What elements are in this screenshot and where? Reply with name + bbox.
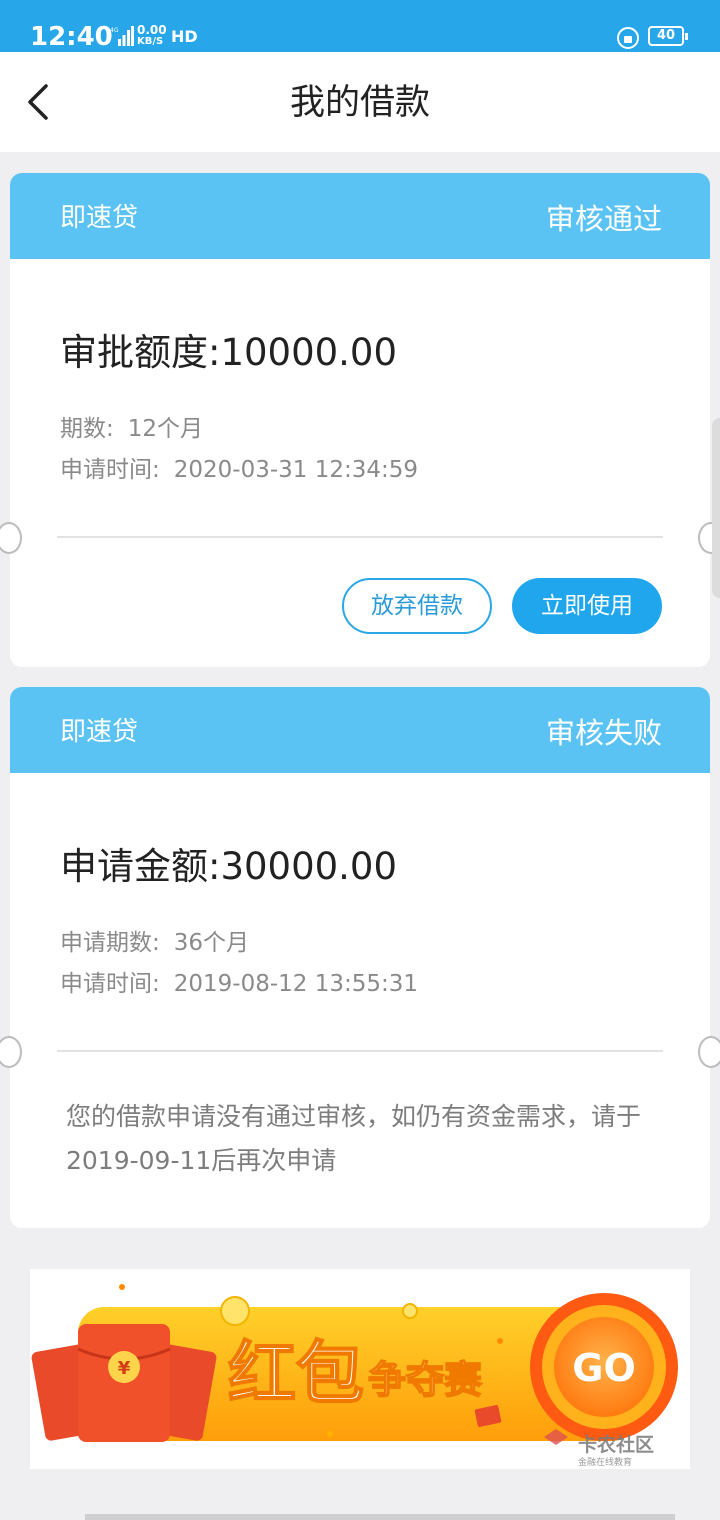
- banner-title-small: 争夺赛: [368, 1358, 483, 1402]
- banner-title-big: 红包: [228, 1335, 364, 1414]
- scallop-edge: [10, 771, 710, 779]
- divider: [57, 536, 663, 538]
- bottom-bar-hint: [85, 1514, 675, 1520]
- product-name: 即速贷: [60, 717, 139, 747]
- watermark-text: 卡农社区: [578, 1433, 654, 1456]
- loan-status: 审核失败: [545, 716, 662, 750]
- use-now-button[interactable]: 立即使用: [512, 578, 662, 634]
- battery-icon: 40: [648, 26, 688, 46]
- card-header: 即速贷 审核通过: [10, 173, 710, 265]
- network-speed-unit: KB/S: [137, 36, 164, 47]
- loan-card-failed: 即速贷 审核失败 申请金额:30000.00 申请期数: 36个月 申请时间: 20…: [0, 687, 720, 1228]
- divider: [57, 1050, 663, 1052]
- amount-label: 审批额度:: [60, 331, 221, 374]
- amount-value: 10000.00: [220, 331, 398, 374]
- card-header: 即速贷 审核失败: [10, 687, 710, 779]
- hd-indicator: HD: [171, 27, 198, 46]
- banner-art: ¥ 红包 争夺赛 GO 卡农社区 金融在线教育: [31, 1284, 678, 1468]
- apply-amount-line: 申请金额:30000.00: [60, 845, 397, 889]
- ticket-notch-left: [0, 522, 22, 554]
- status-bar: 12:40 4G 0.00 KB/S HD 40: [0, 0, 720, 52]
- scallop-edge: [10, 257, 710, 265]
- term-line: 期数: 12个月: [60, 414, 203, 444]
- amount-label: 申请金额:: [60, 845, 221, 888]
- nav-bar: 我的借款: [0, 52, 720, 152]
- signal-icon: 4G: [110, 26, 134, 46]
- term-label: 期数:: [60, 416, 114, 442]
- time-value: 2020-03-31 12:34:59: [173, 457, 419, 483]
- apply-time-line: 申请时间: 2020-03-31 12:34:59: [60, 455, 418, 485]
- term-value: 36个月: [173, 930, 250, 956]
- watermark-subtext: 金融在线教育: [578, 1456, 632, 1468]
- abandon-loan-button[interactable]: 放弃借款: [342, 578, 492, 634]
- rejection-notice: 您的借款申请没有通过审核，如仍有资金需求，请于2019-09-11后再次申请: [66, 1102, 642, 1175]
- approved-amount-line: 审批额度:10000.00: [60, 331, 397, 375]
- product-name: 即速贷: [60, 203, 139, 233]
- red-packet-banner[interactable]: ¥ 红包 争夺赛 GO 卡农社区 金融在线教育: [30, 1269, 690, 1469]
- amount-value: 30000.00: [220, 845, 398, 888]
- page-title: 我的借款: [289, 83, 430, 123]
- rotation-lock-icon: [617, 27, 639, 49]
- ticket-notch-right: [698, 1036, 720, 1068]
- svg-text:¥: ¥: [118, 1358, 131, 1379]
- go-label: GO: [572, 1346, 636, 1390]
- status-time: 12:40: [30, 22, 113, 52]
- time-label: 申请时间:: [60, 971, 160, 997]
- time-value: 2019-08-12 13:55:31: [173, 971, 419, 997]
- edge-panel-handle[interactable]: [712, 418, 720, 598]
- network-type: 4G: [110, 27, 119, 34]
- network-speed: 0.00: [137, 23, 167, 37]
- apply-time-line: 申请时间: 2019-08-12 13:55:31: [60, 969, 418, 999]
- time-label: 申请时间:: [60, 457, 160, 483]
- ticket-notch-left: [0, 1036, 22, 1068]
- term-label: 申请期数:: [60, 930, 160, 956]
- loan-status: 审核通过: [545, 202, 662, 236]
- loan-card-approved: 即速贷 审核通过 审批额度:10000.00 期数: 12个月 申请时间: 2020…: [0, 173, 720, 667]
- term-value: 12个月: [127, 416, 204, 442]
- term-line: 申请期数: 36个月: [60, 928, 249, 958]
